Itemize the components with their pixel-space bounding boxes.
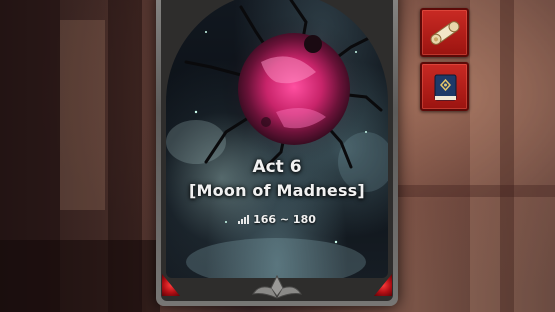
card-footer [156, 272, 398, 306]
red-gem-icon [162, 274, 180, 296]
game-scene: Act 6 [Moon of Madness] 166 ~ 180 [0, 0, 555, 312]
background-pillar [500, 0, 514, 312]
signal-bars-icon [238, 215, 250, 224]
codex-book-button[interactable] [420, 62, 469, 111]
act-number-label: Act 6 [252, 157, 302, 177]
book-icon [434, 74, 456, 100]
fleur-ornament-icon [251, 274, 303, 299]
background-beam [398, 185, 555, 197]
level-range-text: 166 ~ 180 [253, 213, 316, 226]
act-name-label: [Moon of Madness] [189, 181, 365, 200]
background-floor [0, 240, 160, 312]
background-window-light [60, 20, 105, 210]
scroll-icon [429, 20, 460, 45]
quest-scroll-button[interactable] [420, 8, 469, 57]
level-range: 166 ~ 180 [156, 213, 398, 226]
moon-illustration [166, 0, 388, 278]
card-artwork [166, 0, 388, 278]
act-card[interactable]: Act 6 [Moon of Madness] 166 ~ 180 [156, 0, 398, 306]
red-gem-icon [374, 274, 392, 296]
